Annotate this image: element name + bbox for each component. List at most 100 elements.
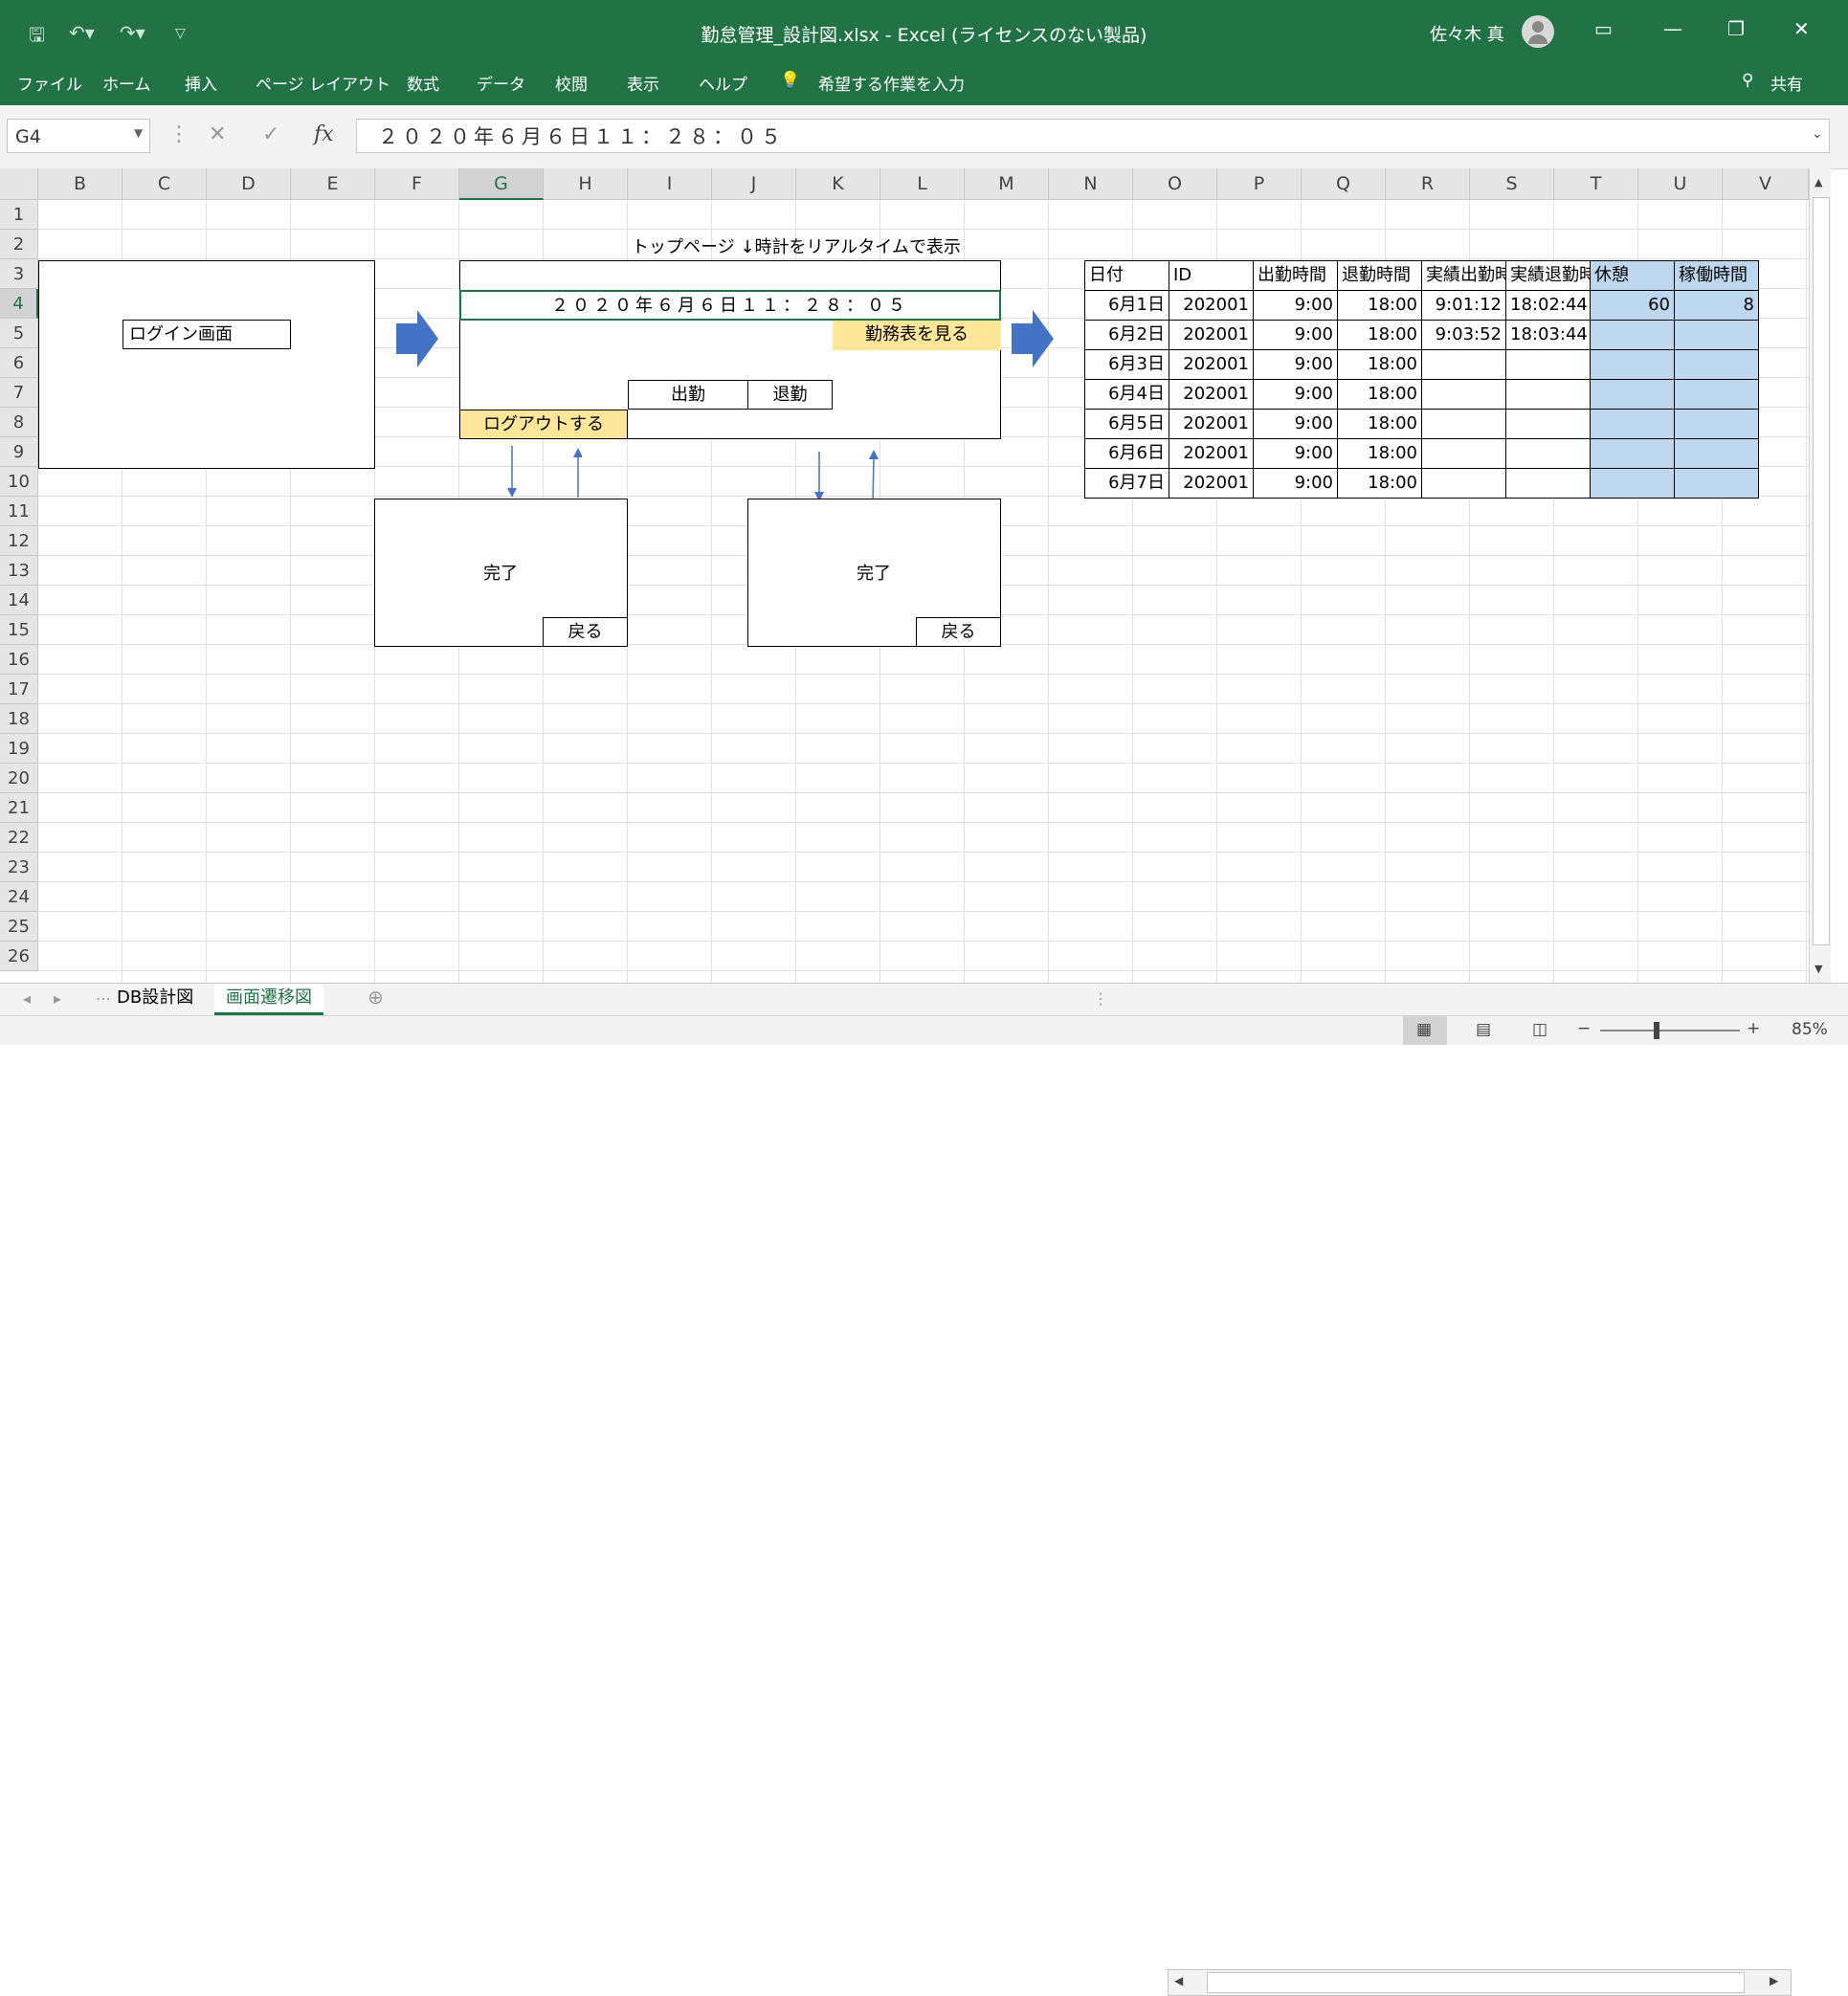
splitter-icon[interactable]: ⋮ bbox=[1093, 989, 1108, 1008]
tab-data[interactable]: データ bbox=[477, 71, 525, 95]
select-all-corner[interactable] bbox=[0, 168, 38, 200]
row-header[interactable]: 25 bbox=[0, 912, 38, 942]
column-header[interactable]: V bbox=[1723, 168, 1809, 200]
table-cell[interactable] bbox=[1590, 379, 1675, 410]
clock-in-button[interactable]: 出勤 bbox=[628, 380, 748, 410]
table-cell[interactable]: 6月2日 bbox=[1084, 320, 1169, 350]
clock-out-button[interactable]: 退勤 bbox=[747, 380, 833, 410]
row-header[interactable]: 23 bbox=[0, 853, 38, 882]
table-cell[interactable]: 18:00 bbox=[1337, 320, 1422, 350]
table-cell[interactable]: 6月3日 bbox=[1084, 349, 1169, 380]
table-cell[interactable]: 6月4日 bbox=[1084, 379, 1169, 410]
row-header[interactable]: 19 bbox=[0, 734, 38, 764]
table-cell[interactable]: 9:00 bbox=[1253, 379, 1338, 410]
row-header[interactable]: 26 bbox=[0, 942, 38, 971]
table-header-cell[interactable]: 実績退勤時 bbox=[1505, 260, 1591, 291]
table-cell[interactable] bbox=[1590, 349, 1675, 380]
scroll-down-icon[interactable]: ▼ bbox=[1815, 963, 1822, 975]
cancel-icon[interactable]: ✕ bbox=[209, 122, 226, 146]
column-header[interactable]: K bbox=[796, 168, 880, 200]
table-cell[interactable]: 202001 bbox=[1169, 320, 1254, 350]
table-cell[interactable]: 202001 bbox=[1169, 379, 1254, 410]
column-header[interactable]: E bbox=[291, 168, 375, 200]
row-header[interactable]: 3 bbox=[0, 259, 38, 289]
table-cell[interactable] bbox=[1421, 468, 1506, 499]
sheet-tab-db[interactable]: DB設計図 bbox=[105, 984, 205, 1012]
table-cell[interactable]: 6月6日 bbox=[1084, 438, 1169, 469]
tab-formulas[interactable]: 数式 bbox=[407, 71, 439, 95]
row-header[interactable]: 13 bbox=[0, 556, 38, 586]
table-cell[interactable] bbox=[1421, 438, 1506, 469]
close-icon[interactable]: ✕ bbox=[1793, 17, 1810, 40]
table-cell[interactable]: 9:00 bbox=[1253, 290, 1338, 321]
table-cell[interactable] bbox=[1590, 409, 1675, 439]
table-cell[interactable] bbox=[1674, 438, 1759, 469]
back-button[interactable]: 戻る bbox=[543, 617, 628, 647]
tab-scroll-right-icon[interactable]: ▸ bbox=[54, 989, 61, 1008]
ribbon-display-options-icon[interactable]: ▭ bbox=[1594, 17, 1613, 40]
row-header[interactable]: 1 bbox=[0, 200, 38, 230]
insert-function-icon[interactable]: fx bbox=[314, 122, 334, 146]
avatar[interactable] bbox=[1522, 15, 1554, 48]
table-cell[interactable]: 18:00 bbox=[1337, 438, 1422, 469]
back-button[interactable]: 戻る bbox=[916, 617, 1001, 647]
column-header[interactable]: T bbox=[1554, 168, 1638, 200]
name-box[interactable]: G4 bbox=[7, 119, 150, 153]
zoom-slider-thumb[interactable] bbox=[1654, 1022, 1659, 1039]
view-schedule-button[interactable]: 勤務表を見る bbox=[833, 321, 1001, 350]
table-header-cell[interactable]: 日付 bbox=[1084, 260, 1169, 291]
table-cell[interactable] bbox=[1674, 379, 1759, 410]
table-header-cell[interactable]: 退勤時間 bbox=[1337, 260, 1422, 291]
column-header[interactable]: G bbox=[459, 168, 544, 200]
enter-icon[interactable]: ✓ bbox=[262, 122, 279, 146]
column-header[interactable]: O bbox=[1133, 168, 1217, 200]
table-cell[interactable]: 18:00 bbox=[1337, 349, 1422, 380]
share-button[interactable]: 共有 bbox=[1770, 71, 1803, 95]
table-cell[interactable] bbox=[1674, 349, 1759, 380]
table-cell[interactable] bbox=[1674, 468, 1759, 499]
page-break-view-icon[interactable]: ◫ bbox=[1532, 1020, 1547, 1039]
table-cell[interactable] bbox=[1674, 320, 1759, 350]
vertical-scroll-thumb[interactable] bbox=[1813, 197, 1830, 945]
tab-help[interactable]: ヘルプ bbox=[699, 71, 747, 95]
row-header[interactable]: 9 bbox=[0, 437, 38, 467]
table-cell[interactable]: 6月7日 bbox=[1084, 468, 1169, 499]
user-name[interactable]: 佐々木 真 bbox=[1430, 21, 1504, 46]
row-header[interactable]: 15 bbox=[0, 615, 38, 645]
table-cell[interactable]: 6月5日 bbox=[1084, 409, 1169, 439]
table-cell[interactable]: 202001 bbox=[1169, 349, 1254, 380]
table-cell[interactable] bbox=[1590, 438, 1675, 469]
scroll-left-icon[interactable]: ◀ bbox=[1174, 1974, 1183, 1987]
row-header[interactable]: 12 bbox=[0, 526, 38, 556]
scroll-right-icon[interactable]: ▶ bbox=[1770, 1974, 1778, 1987]
column-header[interactable]: S bbox=[1470, 168, 1554, 200]
tab-insert[interactable]: 挿入 bbox=[185, 71, 217, 95]
column-header[interactable]: I bbox=[628, 168, 712, 200]
table-header-cell[interactable]: 出勤時間 bbox=[1253, 260, 1338, 291]
horizontal-scroll-thumb[interactable] bbox=[1207, 1972, 1745, 1993]
name-box-dropdown-icon[interactable]: ▼ bbox=[134, 126, 143, 140]
formula-input[interactable]: ２０２０年６月６日１１：２８：０５ bbox=[356, 119, 1830, 153]
column-header[interactable]: J bbox=[712, 168, 796, 200]
row-header[interactable]: 2 bbox=[0, 230, 38, 259]
logout-button[interactable]: ログアウトする bbox=[459, 410, 628, 439]
table-cell[interactable] bbox=[1674, 409, 1759, 439]
table-header-cell[interactable]: 実績出勤時 bbox=[1421, 260, 1506, 291]
row-header[interactable]: 5 bbox=[0, 319, 38, 348]
zoom-level[interactable]: 85% bbox=[1792, 1020, 1828, 1039]
table-cell[interactable]: 18:02:44 bbox=[1505, 290, 1591, 321]
column-header[interactable]: P bbox=[1217, 168, 1302, 200]
table-cell[interactable]: 9:01:12 bbox=[1421, 290, 1506, 321]
column-header[interactable]: H bbox=[544, 168, 628, 200]
table-cell[interactable] bbox=[1421, 349, 1506, 380]
tab-file[interactable]: ファイル bbox=[17, 71, 82, 95]
row-header[interactable]: 18 bbox=[0, 704, 38, 734]
row-header[interactable]: 7 bbox=[0, 378, 38, 408]
table-cell[interactable]: 202001 bbox=[1169, 290, 1254, 321]
add-sheet-icon[interactable]: ⊕ bbox=[367, 986, 384, 1009]
table-header-cell[interactable]: 休憩 bbox=[1590, 260, 1675, 291]
vertical-scrollbar[interactable]: ▲ ▼ bbox=[1809, 168, 1831, 983]
table-cell[interactable]: 9:00 bbox=[1253, 349, 1338, 380]
table-cell[interactable] bbox=[1421, 379, 1506, 410]
table-cell[interactable]: 18:00 bbox=[1337, 290, 1422, 321]
